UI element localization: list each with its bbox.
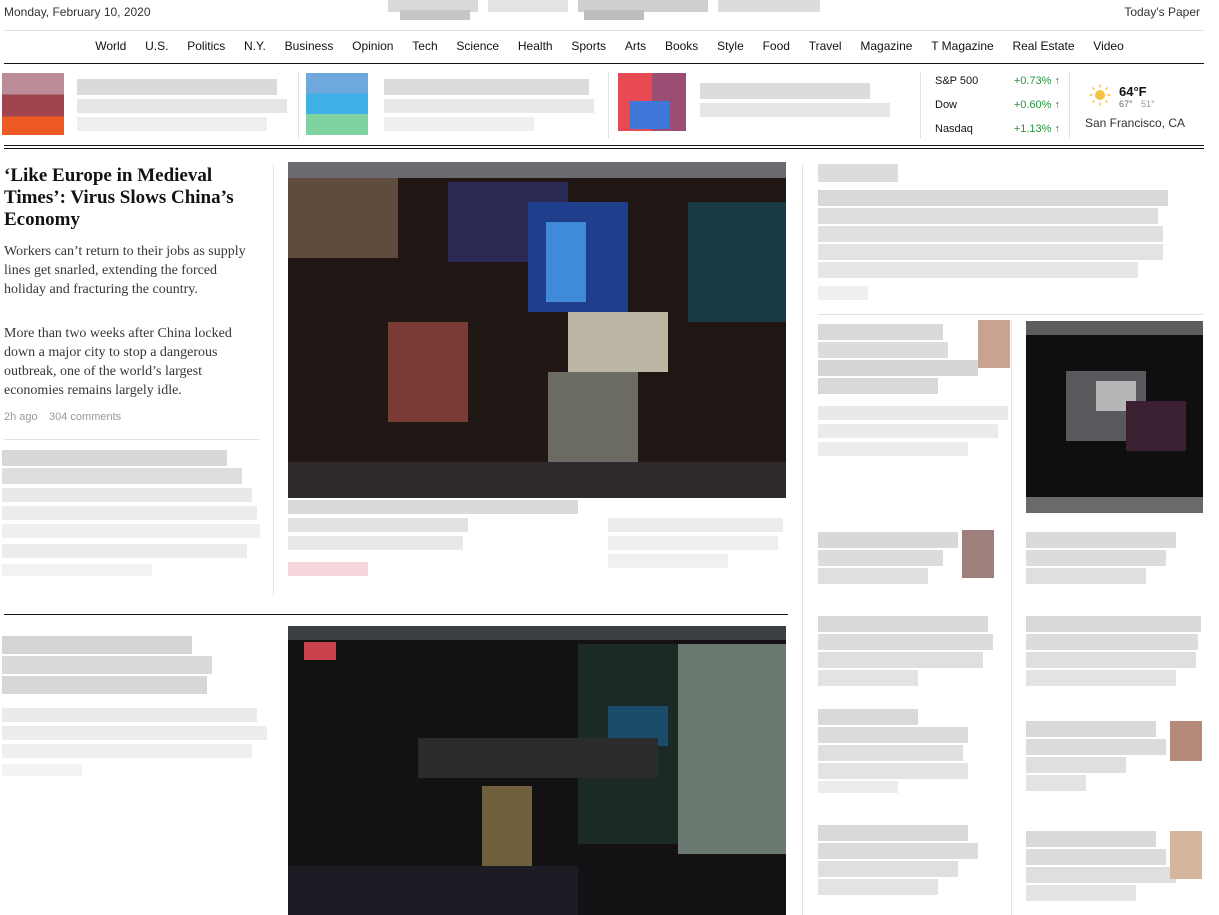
nav-item-opinion[interactable]: Opinion bbox=[343, 39, 403, 59]
promo-item-3[interactable] bbox=[618, 73, 908, 135]
nav-item-business[interactable]: Business bbox=[275, 39, 342, 59]
nav-item-books[interactable]: Books bbox=[656, 39, 708, 59]
weather-temp: 64°F bbox=[1119, 84, 1147, 99]
nav-item-tech[interactable]: Tech bbox=[403, 39, 447, 59]
right-divider-1 bbox=[818, 314, 1203, 315]
nav-item-arts[interactable]: Arts bbox=[615, 39, 655, 59]
market-change: +0.60% bbox=[1013, 99, 1052, 111]
comments-link[interactable]: 304 comments bbox=[49, 411, 121, 423]
nav-item-politics[interactable]: Politics bbox=[178, 39, 235, 59]
right-story-7[interactable] bbox=[818, 705, 998, 795]
column-divider-2 bbox=[802, 165, 803, 915]
up-arrow-icon: ↑ bbox=[1054, 75, 1061, 87]
nav-item-magazine[interactable]: Magazine bbox=[851, 39, 922, 59]
right-story-4[interactable] bbox=[1026, 528, 1206, 598]
nav-item-t-magazine[interactable]: T Magazine bbox=[922, 39, 1003, 59]
secondary-story-2[interactable] bbox=[2, 628, 272, 818]
promo-item-1[interactable] bbox=[2, 73, 292, 135]
secondary-photo[interactable] bbox=[288, 626, 786, 915]
nav-item-sports[interactable]: Sports bbox=[562, 39, 615, 59]
lead-photo[interactable] bbox=[288, 162, 786, 498]
column-divider-1 bbox=[273, 165, 274, 595]
section-rule-bottom bbox=[4, 148, 1204, 149]
right-story-1[interactable] bbox=[818, 162, 1173, 307]
lead-timestamp: 2h ago bbox=[4, 411, 38, 423]
section-rule-top bbox=[4, 145, 1204, 146]
nav-item-n-y[interactable]: N.Y. bbox=[235, 39, 276, 59]
promo-divider-2 bbox=[608, 72, 609, 138]
market-name: Nasdaq bbox=[935, 123, 973, 135]
nav-item-science[interactable]: Science bbox=[447, 39, 508, 59]
nav-item-style[interactable]: Style bbox=[708, 39, 753, 59]
nav-item-travel[interactable]: Travel bbox=[799, 39, 851, 59]
weather-high: 67° bbox=[1119, 99, 1133, 109]
market-name: Dow bbox=[935, 99, 958, 111]
market-name: S&P 500 bbox=[935, 75, 979, 87]
nav-item-world[interactable]: World bbox=[86, 39, 136, 59]
date-label: Monday, February 10, 2020 bbox=[4, 5, 151, 19]
lead-divider bbox=[4, 439, 259, 440]
right-story-6[interactable] bbox=[1026, 612, 1206, 692]
right-photo-1[interactable] bbox=[1026, 321, 1203, 513]
lead-summary-1: Workers can’t return to their jobs as su… bbox=[4, 244, 246, 297]
right-story-8[interactable] bbox=[1026, 705, 1206, 795]
up-arrow-icon: ↑ bbox=[1054, 123, 1061, 135]
market-row: Nasdaq +1.13% ↑ bbox=[935, 120, 1060, 138]
section-nav: World U.S. Politics N.Y. Business Opinion Tech… bbox=[0, 39, 1219, 59]
promo-item-2[interactable] bbox=[306, 73, 601, 135]
nav-item-u-s[interactable]: U.S. bbox=[136, 39, 178, 59]
weather-city: San Francisco, CA bbox=[1085, 116, 1186, 130]
todays-paper-link[interactable]: Today's Paper bbox=[1124, 5, 1200, 19]
market-change: +0.73% bbox=[1013, 75, 1052, 87]
right-story-9[interactable] bbox=[818, 815, 998, 905]
weather-widget[interactable]: 64°F 67° 51° San Francisco, CA bbox=[1085, 82, 1195, 132]
nav-item-health[interactable]: Health bbox=[509, 39, 562, 59]
market-row: S&P 500 +0.73% ↑ bbox=[935, 72, 1060, 90]
market-change: +1.13% bbox=[1013, 123, 1052, 135]
right-story-5[interactable] bbox=[818, 612, 998, 692]
lead-headline[interactable]: ‘Like Europe in Medieval Times’: Virus S… bbox=[4, 165, 254, 231]
lead-summary-2: More than two weeks after China locked d… bbox=[4, 326, 232, 398]
lower-section-rule bbox=[4, 614, 788, 615]
nav-item-real-estate[interactable]: Real Estate bbox=[1003, 39, 1084, 59]
right-story-2[interactable] bbox=[818, 320, 1013, 500]
markets-divider bbox=[1069, 72, 1070, 138]
lead-photo-caption bbox=[288, 498, 788, 578]
market-row: Dow +0.60% ↑ bbox=[935, 96, 1060, 114]
weather-low: 51° bbox=[1141, 99, 1155, 109]
masthead-logo[interactable] bbox=[388, 0, 820, 22]
right-story-10[interactable] bbox=[1026, 815, 1206, 905]
promo-divider-1 bbox=[298, 72, 299, 138]
up-arrow-icon: ↑ bbox=[1054, 99, 1061, 111]
promo-divider-3 bbox=[920, 72, 921, 138]
secondary-story-1[interactable] bbox=[2, 448, 264, 598]
column-divider-3 bbox=[1011, 320, 1012, 915]
nav-item-video[interactable]: Video bbox=[1084, 39, 1133, 59]
sun-icon bbox=[1089, 84, 1111, 106]
right-story-3[interactable] bbox=[818, 528, 998, 598]
header-divider bbox=[4, 30, 1204, 31]
nav-item-food[interactable]: Food bbox=[753, 39, 799, 59]
nav-rule bbox=[4, 63, 1204, 64]
